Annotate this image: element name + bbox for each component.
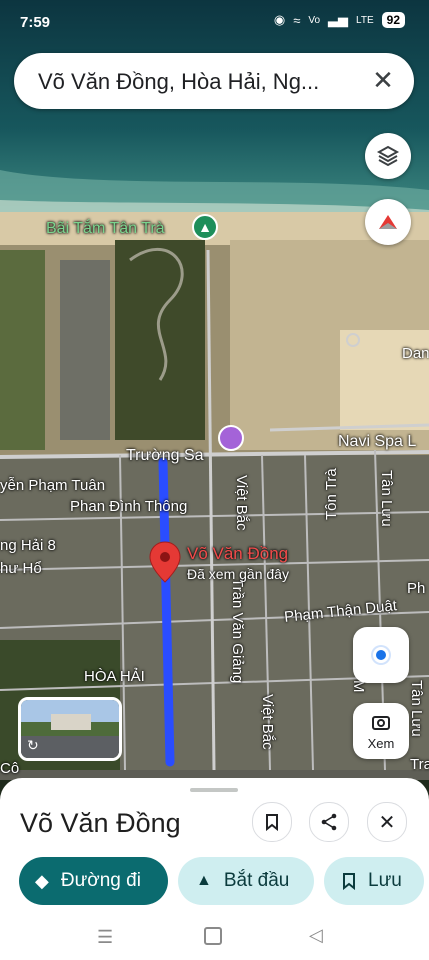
bookmark-icon xyxy=(343,873,355,890)
road-label: hư Hổ xyxy=(0,560,42,577)
navigation-arrow-icon: ▲ xyxy=(196,872,212,889)
close-sheet-button[interactable]: ✕ xyxy=(367,802,407,842)
road-label: Tra xyxy=(410,756,429,773)
road-label: ng Hải 8 xyxy=(0,537,56,554)
layers-button[interactable] xyxy=(365,133,411,179)
layers-icon xyxy=(376,145,400,167)
road-label: Trường Sa xyxy=(126,447,204,464)
share-button[interactable] xyxy=(309,802,349,842)
search-query[interactable]: Võ Văn Đồng, Hòa Hải, Ng... xyxy=(38,69,358,95)
pin-subtitle: Đã xem gần đây xyxy=(187,566,289,582)
beach-poi-icon[interactable]: ▲ xyxy=(192,214,218,240)
lte-label: LTE xyxy=(356,14,374,26)
drag-handle[interactable] xyxy=(190,788,238,792)
bookmark-button[interactable] xyxy=(252,802,292,842)
my-location-button[interactable] xyxy=(353,627,409,683)
camera-icon xyxy=(372,716,390,730)
my-location-icon xyxy=(373,647,389,663)
share-icon xyxy=(321,813,337,831)
area-label: Dan xyxy=(402,345,429,362)
directions-label: Đường đi xyxy=(60,870,141,891)
road-label: Tân Lưu xyxy=(408,680,425,737)
road-label: Phan Đình Thông xyxy=(70,498,188,515)
street-view-thumbnail[interactable]: ↻ xyxy=(18,697,122,761)
signal-icon: ▃▅ xyxy=(328,12,349,27)
save-button[interactable]: Lưu xyxy=(324,857,424,905)
battery-indicator: 92 xyxy=(381,12,405,28)
road-label: Tân Lưu xyxy=(378,470,395,527)
road-label: Việt Bắc xyxy=(233,475,250,531)
compass-icon xyxy=(379,215,397,229)
status-time: 7:59 xyxy=(20,14,51,31)
road-label: Tôn Trà xyxy=(323,468,340,520)
status-icons: ◉ ≈ Vo ▃▅ LTE 92 xyxy=(274,12,405,28)
start-button[interactable]: ▲ Bắt đầu xyxy=(178,857,314,905)
directions-icon: ◆ xyxy=(35,870,49,891)
area-label: HÒA HẢI xyxy=(84,668,145,685)
system-nav-bar: ☰ ◁ xyxy=(0,915,429,960)
area-label: Cô xyxy=(0,760,20,777)
search-bar[interactable]: Võ Văn Đồng, Hòa Hải, Ng... ✕ xyxy=(14,53,414,109)
save-label: Lưu xyxy=(368,870,402,891)
camera-button[interactable]: Xem xyxy=(353,703,409,759)
compass-button[interactable] xyxy=(365,199,411,245)
road-label: Trần Văn Giảng xyxy=(229,578,246,684)
back-icon[interactable]: ◁ xyxy=(309,925,323,946)
place-title: Võ Văn Đồng xyxy=(20,808,181,838)
start-label: Bắt đầu xyxy=(223,870,290,891)
wifi-icon: ≈ xyxy=(293,12,301,28)
directions-button[interactable]: ◆ Đường đi xyxy=(19,857,168,905)
home-icon[interactable] xyxy=(204,927,222,945)
rotate-360-icon: ↻ xyxy=(27,737,39,753)
poi-label: Navi Spa L xyxy=(338,433,417,450)
camera-label: Xem xyxy=(367,736,395,751)
location-icon: ◉ xyxy=(273,12,286,27)
menu-icon[interactable]: ☰ xyxy=(97,927,113,948)
volte-label: Vo xyxy=(308,14,321,26)
status-bar: 7:59 ◉ ≈ Vo ▃▅ LTE 92 xyxy=(0,0,429,48)
pin-title: Võ Văn Đồng xyxy=(187,544,289,563)
close-icon: ✕ xyxy=(378,811,396,834)
road-label: Việt Bắc xyxy=(259,694,276,750)
bookmark-icon xyxy=(266,814,278,831)
road-label: Ph xyxy=(407,580,426,597)
beach-label: Bãi Tắm Tân Trà xyxy=(46,220,165,237)
close-icon[interactable]: ✕ xyxy=(368,65,398,95)
location-pin-icon[interactable] xyxy=(148,540,182,584)
road-label: yễn Phạm Tuân xyxy=(0,477,106,494)
spa-poi-icon[interactable] xyxy=(218,425,244,451)
